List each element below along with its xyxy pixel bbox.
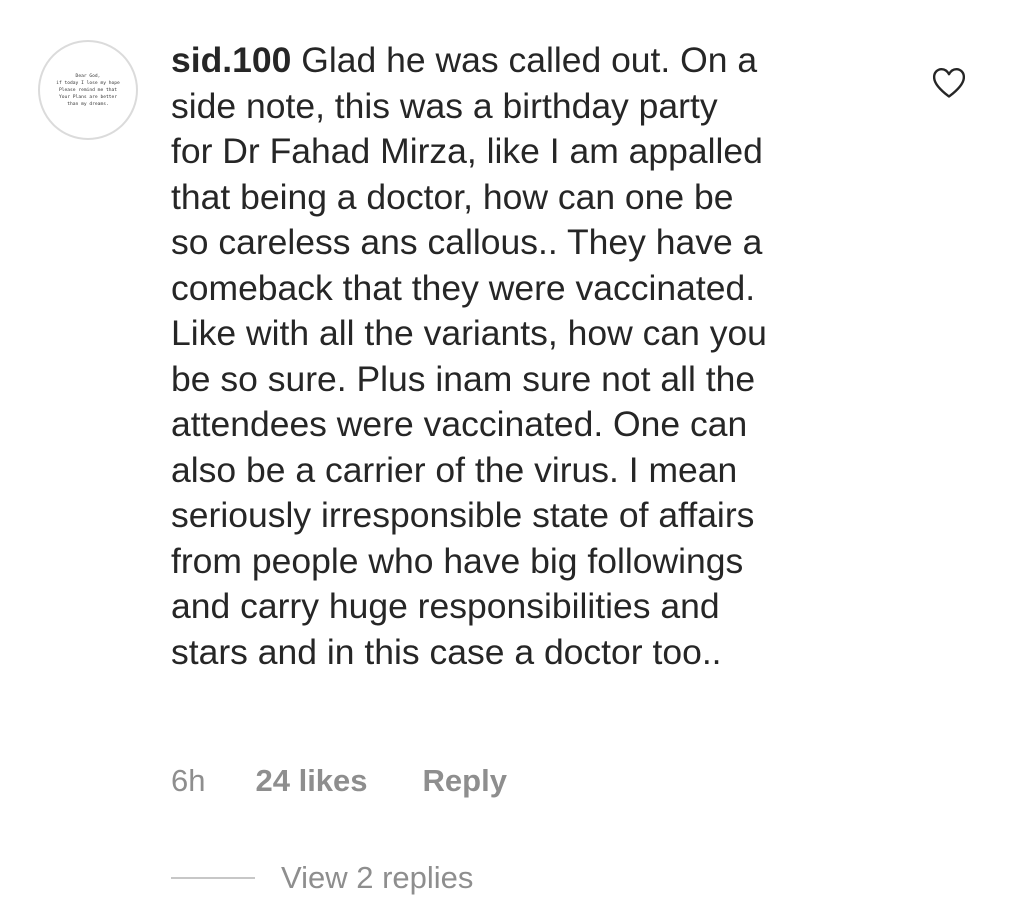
comment-meta: 6h 24 likes Reply xyxy=(171,758,507,804)
avatar-text-line: Dear God, xyxy=(75,73,101,79)
avatar[interactable]: Dear God, if today I lose my hope Please… xyxy=(38,40,138,140)
view-replies-button[interactable]: View 2 replies xyxy=(171,856,473,900)
comment-time: 6h xyxy=(171,763,206,798)
comment-body: sid.100 Glad he was called out. On a sid… xyxy=(171,38,911,675)
avatar-text-line: than my dreams. xyxy=(67,101,109,107)
avatar-text-line: if today I lose my hope xyxy=(56,80,120,86)
view-replies-label: View 2 replies xyxy=(281,860,474,895)
avatar-text-line: Please remind me that xyxy=(58,87,118,93)
replies-divider xyxy=(171,877,255,879)
heart-outline-icon[interactable] xyxy=(932,67,966,99)
comment-text: Glad he was called out. On a side note, … xyxy=(171,40,767,672)
comment-username[interactable]: sid.100 xyxy=(171,40,291,80)
avatar-text-line: Your Plans are better xyxy=(58,94,118,100)
reply-button[interactable]: Reply xyxy=(423,758,507,804)
comment-likes[interactable]: 24 likes xyxy=(255,758,367,804)
